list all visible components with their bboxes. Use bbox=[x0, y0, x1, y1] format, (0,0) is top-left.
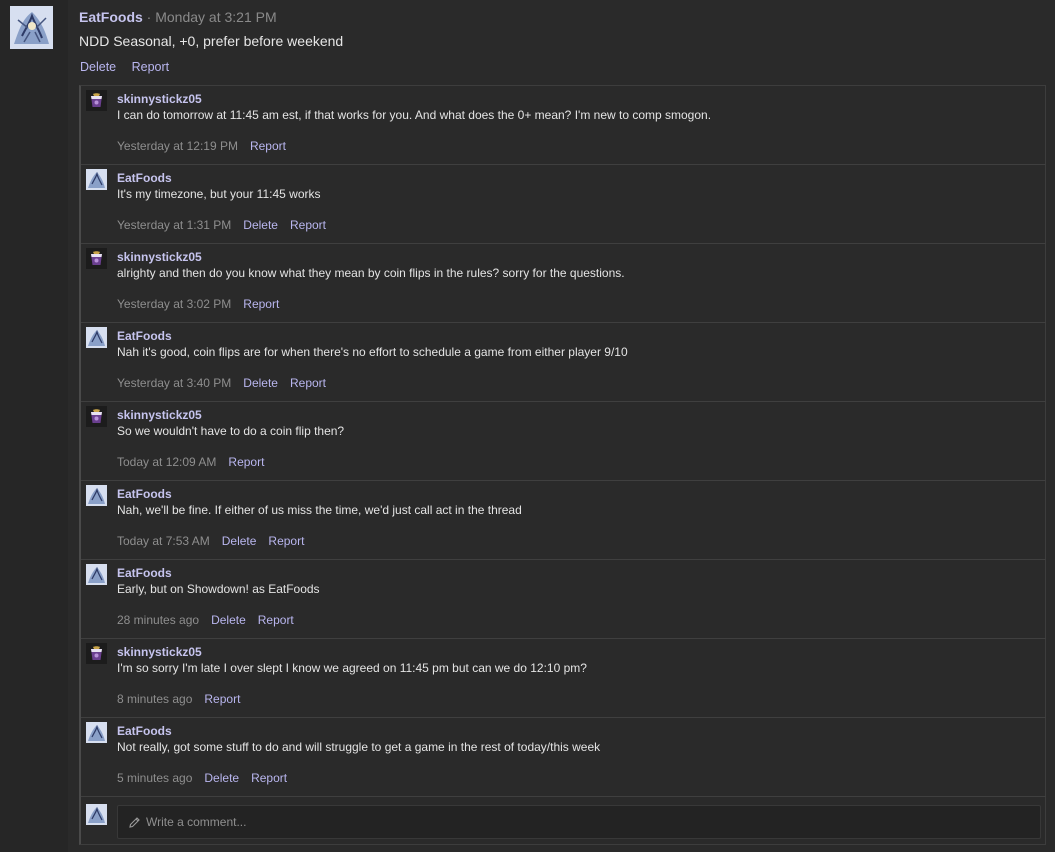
comment-author-avatar[interactable] bbox=[86, 90, 107, 111]
comment-report-link[interactable]: Report bbox=[250, 139, 286, 153]
comment-item: EatFoods Nah, we'll be fine. If either of… bbox=[81, 481, 1046, 560]
comment-composer: Write a comment... bbox=[81, 798, 1046, 845]
post-timestamp[interactable]: Monday at 3:21 PM bbox=[155, 9, 276, 25]
comment-text: I'm so sorry I'm late I over slept I kno… bbox=[117, 661, 587, 675]
post-header: EatFoods · Monday at 3:21 PM bbox=[79, 9, 277, 26]
comment-timestamp[interactable]: 5 minutes ago bbox=[117, 771, 192, 785]
comment-timestamp[interactable]: Yesterday at 3:02 PM bbox=[117, 297, 231, 311]
comment-item: EatFoods Nah it's good, coin flips are fo… bbox=[81, 323, 1046, 402]
cup-avatar-icon bbox=[86, 90, 107, 111]
comment-timestamp[interactable]: Today at 12:09 AM bbox=[117, 455, 216, 469]
comment-item: EatFoods Not really, got some stuff to do… bbox=[81, 718, 1046, 797]
comments-list: skinnystickz05 I can do tomorrow at 11:45… bbox=[79, 85, 1046, 845]
post-avatar-column bbox=[0, 0, 68, 852]
comment-author-name[interactable]: skinnystickz05 bbox=[117, 92, 202, 107]
comment-author-name[interactable]: EatFoods bbox=[117, 329, 172, 344]
comment-item: skinnystickz05 I'm so sorry I'm late I ov… bbox=[81, 639, 1046, 718]
post-author-avatar[interactable] bbox=[10, 6, 53, 49]
comment-author-avatar[interactable] bbox=[86, 643, 107, 664]
page: EatFoods · Monday at 3:21 PM NDD Seasona… bbox=[0, 0, 1055, 852]
comment-author-name[interactable]: skinnystickz05 bbox=[117, 645, 202, 660]
comment-text: Nah, we'll be fine. If either of us miss… bbox=[117, 503, 522, 517]
comment-author-name[interactable]: skinnystickz05 bbox=[117, 408, 202, 423]
comment-delete-link[interactable]: Delete bbox=[222, 534, 257, 548]
comment-author-avatar[interactable] bbox=[86, 327, 107, 348]
comment-input-placeholder: Write a comment... bbox=[146, 815, 247, 829]
sketch-avatar-icon bbox=[86, 169, 107, 190]
comment-timestamp[interactable]: Yesterday at 12:19 PM bbox=[117, 139, 238, 153]
pencil-icon bbox=[129, 817, 140, 828]
comment-item: skinnystickz05 So we wouldn't have to do … bbox=[81, 402, 1046, 481]
comment-text: Nah it's good, coin flips are for when t… bbox=[117, 345, 628, 359]
comment-item: EatFoods It's my timezone, but your 11:45… bbox=[81, 165, 1046, 244]
comment-report-link[interactable]: Report bbox=[258, 613, 294, 627]
sketch-avatar-icon bbox=[10, 6, 53, 49]
sketch-avatar-icon bbox=[86, 804, 107, 825]
comment-meta: 28 minutes ago Delete Report bbox=[117, 613, 294, 628]
comment-author-name[interactable]: EatFoods bbox=[117, 171, 172, 186]
post-separator: · bbox=[146, 9, 152, 25]
post-author-name[interactable]: EatFoods bbox=[79, 9, 143, 25]
comment-text: It's my timezone, but your 11:45 works bbox=[117, 187, 321, 201]
comment-report-link[interactable]: Report bbox=[290, 376, 326, 390]
comment-item: skinnystickz05 I can do tomorrow at 11:45… bbox=[81, 86, 1046, 165]
comment-author-avatar[interactable] bbox=[86, 406, 107, 427]
comment-timestamp[interactable]: 8 minutes ago bbox=[117, 692, 192, 706]
comment-timestamp[interactable]: Yesterday at 1:31 PM bbox=[117, 218, 231, 232]
comment-delete-link[interactable]: Delete bbox=[243, 218, 278, 232]
comment-author-avatar[interactable] bbox=[86, 169, 107, 190]
comment-meta: 5 minutes ago Delete Report bbox=[117, 771, 287, 786]
comment-timestamp[interactable]: Yesterday at 3:40 PM bbox=[117, 376, 231, 390]
comment-meta: Yesterday at 1:31 PM Delete Report bbox=[117, 218, 326, 233]
comment-meta: Yesterday at 3:02 PM Report bbox=[117, 297, 279, 312]
comment-author-avatar[interactable] bbox=[86, 722, 107, 743]
comment-meta: Yesterday at 12:19 PM Report bbox=[117, 139, 286, 154]
comment-report-link[interactable]: Report bbox=[268, 534, 304, 548]
comment-text: I can do tomorrow at 11:45 am est, if th… bbox=[117, 108, 712, 122]
cup-avatar-icon bbox=[86, 248, 107, 269]
post-actions: Delete Report bbox=[80, 60, 181, 75]
comment-author-name[interactable]: EatFoods bbox=[117, 724, 172, 739]
comment-text: So we wouldn't have to do a coin flip th… bbox=[117, 424, 345, 438]
comment-author-avatar[interactable] bbox=[86, 248, 107, 269]
comment-report-link[interactable]: Report bbox=[204, 692, 240, 706]
sketch-avatar-icon bbox=[86, 564, 107, 585]
comment-author-avatar[interactable] bbox=[86, 564, 107, 585]
comment-delete-link[interactable]: Delete bbox=[211, 613, 246, 627]
cup-avatar-icon bbox=[86, 643, 107, 664]
comment-meta: Today at 7:53 AM Delete Report bbox=[117, 534, 304, 549]
comment-delete-link[interactable]: Delete bbox=[243, 376, 278, 390]
post-body: NDD Seasonal, +0, prefer before weekend bbox=[79, 33, 344, 49]
comment-item: EatFoods Early, but on Showdown! as EatFo… bbox=[81, 560, 1046, 639]
comment-text: Early, but on Showdown! as EatFoods bbox=[117, 582, 320, 596]
comment-author-avatar[interactable] bbox=[86, 485, 107, 506]
post-delete-link[interactable]: Delete bbox=[80, 60, 116, 74]
comment-timestamp[interactable]: 28 minutes ago bbox=[117, 613, 199, 627]
comment-item: skinnystickz05 alrighty and then do you k… bbox=[81, 244, 1046, 323]
comment-author-name[interactable]: skinnystickz05 bbox=[117, 250, 202, 265]
comment-report-link[interactable]: Report bbox=[251, 771, 287, 785]
cup-avatar-icon bbox=[86, 406, 107, 427]
comment-timestamp[interactable]: Today at 7:53 AM bbox=[117, 534, 210, 548]
sketch-avatar-icon bbox=[86, 327, 107, 348]
comment-author-name[interactable]: EatFoods bbox=[117, 566, 172, 581]
sketch-avatar-icon bbox=[86, 485, 107, 506]
comment-meta: 8 minutes ago Report bbox=[117, 692, 240, 707]
comment-author-name[interactable]: EatFoods bbox=[117, 487, 172, 502]
comment-report-link[interactable]: Report bbox=[228, 455, 264, 469]
composer-avatar bbox=[86, 804, 107, 825]
comment-delete-link[interactable]: Delete bbox=[204, 771, 239, 785]
comment-text: Not really, got some stuff to do and wil… bbox=[117, 740, 601, 754]
comment-meta: Today at 12:09 AM Report bbox=[117, 455, 264, 470]
post-report-link[interactable]: Report bbox=[132, 60, 170, 74]
comment-text: alrighty and then do you know what they … bbox=[117, 266, 625, 280]
sketch-avatar-icon bbox=[86, 722, 107, 743]
comment-input[interactable]: Write a comment... bbox=[117, 805, 1041, 839]
comment-report-link[interactable]: Report bbox=[243, 297, 279, 311]
comment-meta: Yesterday at 3:40 PM Delete Report bbox=[117, 376, 326, 391]
comment-report-link[interactable]: Report bbox=[290, 218, 326, 232]
